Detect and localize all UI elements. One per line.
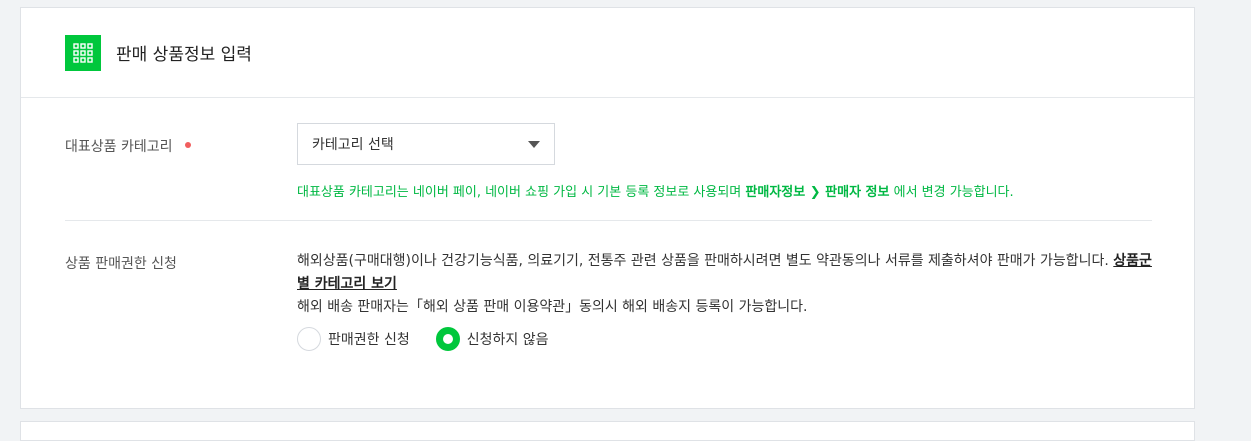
chevron-down-icon [528,141,540,148]
radio-not-apply-label: 신청하지 않음 [466,332,549,348]
radio-apply-label: 판매권한 신청 [328,332,410,348]
category-row: 대표상품 카테고리 카테고리 선택 대표상품 카테고리는 네이버 페이, 네이버… [65,123,1152,221]
panel-header: 판매 상품정보 입력 [21,8,1194,98]
required-dot-icon [184,142,191,148]
desc-line1: 해외상품(구매대행)이나 건강기능식품, 의료기기, 전통주 관련 상품을 판매… [297,253,1114,269]
category-select-value: 카테고리 선택 [312,137,394,153]
radio-checked-icon[interactable] [435,327,460,351]
category-label-text: 대표상품 카테고리 [65,139,173,155]
grid-icon [65,34,101,71]
next-panel [20,421,1195,441]
seller-info-path: 판매자정보 ❯ 판매자 정보 [745,185,890,200]
radio-not-apply[interactable]: 신청하지 않음 [435,327,549,351]
permission-radio-group: 판매권한 신청 신청하지 않음 [297,327,1157,351]
radio-unchecked-icon[interactable] [297,327,321,351]
sales-product-info-panel: 판매 상품정보 입력 대표상품 카테고리 카테고리 선택 대표상품 카테고리는 … [20,7,1195,409]
desc-line2: 해외 배송 판매자는「해외 상품 판매 이용약관」동의시 해외 배송지 등록이 … [297,299,808,315]
category-label: 대표상품 카테고리 [65,136,191,156]
help-suffix: 에서 변경 가능합니다. [889,185,1014,200]
category-help-text: 대표상품 카테고리는 네이버 페이, 네이버 쇼핑 가입 시 기본 등록 정보로… [297,181,1014,200]
help-prefix: 대표상품 카테고리는 네이버 페이, 네이버 쇼핑 가입 시 기본 등록 정보로… [297,185,746,200]
permission-label: 상품 판매권한 신청 [65,256,177,272]
radio-apply-permission[interactable]: 판매권한 신청 [297,327,410,351]
category-select[interactable]: 카테고리 선택 [297,123,555,165]
permission-description: 해외상품(구매대행)이나 건강기능식품, 의료기기, 전통주 관련 상품을 판매… [297,250,1157,319]
page-title: 판매 상품정보 입력 [116,45,252,65]
